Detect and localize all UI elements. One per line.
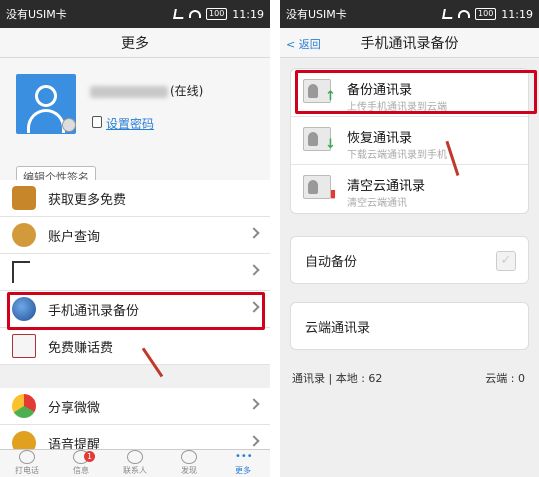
tab-label: 信息: [73, 466, 89, 475]
cloud-contacts-label: 云端通讯录: [305, 320, 371, 336]
local-count-text: 通讯录 | 本地 : 62: [292, 372, 383, 385]
menu-item-account-query[interactable]: 账户查询: [0, 217, 270, 254]
menu-item-free-credit[interactable]: 免费赚话费: [0, 328, 270, 365]
menu-item-label: 免费赚话费: [48, 340, 114, 356]
carrier-text: 没有USIM卡: [286, 8, 347, 21]
back-button[interactable]: < 返回: [286, 36, 321, 52]
chevron-right-icon: [248, 435, 260, 447]
treasure-chest-icon: [12, 186, 36, 210]
tab-label: 发现: [181, 466, 197, 475]
lock-icon: [92, 116, 102, 128]
auto-backup-label: 自动备份: [305, 254, 358, 270]
tab-contacts[interactable]: 联系人: [108, 450, 162, 477]
signal-icon: [442, 9, 454, 19]
dialpad-icon: [19, 450, 35, 464]
signal-icon: [173, 9, 185, 19]
highlight-box: [7, 292, 265, 330]
person-shape: [308, 180, 318, 194]
compass-icon: [181, 450, 197, 464]
menu-item-share[interactable]: 分享微微: [0, 388, 270, 425]
tab-label: 更多: [235, 466, 251, 475]
blank-icon: [12, 261, 30, 283]
page-title-bar: 更多: [0, 28, 270, 58]
avatar-head-shape: [35, 85, 57, 107]
clear-cloud-contacts-row[interactable]: ▮ 清空云通讯录 清空云端通讯: [291, 165, 528, 213]
carrier-text: 没有USIM卡: [6, 8, 67, 21]
profile-section: (在线) 设置密码 编辑个性签名: [0, 58, 270, 198]
page-title-bar: < 返回 手机通讯录备份: [280, 28, 539, 58]
tab-label: 打电话: [15, 466, 39, 475]
avatar-body-shape: [27, 109, 65, 133]
status-icons: 100 11:19: [173, 7, 264, 21]
trash-glyph: ▮: [329, 187, 336, 200]
wifi-icon: [458, 10, 471, 18]
tab-discover[interactable]: 发现: [162, 450, 216, 477]
more-screen: 没有USIM卡 100 11:19 更多 (在线) 设置密码 编辑个性签名 获取…: [0, 0, 270, 477]
panel-divider: [270, 0, 280, 477]
tab-messages[interactable]: 1 信息: [54, 450, 108, 477]
clock-text: 11:19: [501, 7, 533, 21]
down-arrow-glyph: ↓: [325, 137, 336, 152]
row-title: 清空云通讯录: [347, 179, 426, 194]
row-subtitle: 清空云端通讯: [347, 198, 407, 209]
chevron-right-icon: [248, 227, 260, 239]
restore-down-icon: ↓: [303, 127, 336, 152]
blurred-account-number: [90, 86, 168, 98]
row-title: 恢复通讯录: [347, 131, 413, 146]
status-bar: 没有USIM卡 100 11:19: [0, 0, 270, 28]
auto-backup-checkbox[interactable]: ✓: [496, 251, 516, 271]
chevron-right-icon: [248, 398, 260, 410]
battery-icon: 100: [475, 8, 497, 20]
menu-item-label: 获取更多免费: [48, 192, 127, 208]
contacts-icon: [127, 450, 143, 464]
status-icons: 100 11:19: [442, 7, 533, 21]
clock-text: 11:19: [232, 7, 264, 21]
contacts-backup-screen: 没有USIM卡 100 11:19 < 返回 手机通讯录备份 ↑ 备份通讯录 上…: [280, 0, 539, 477]
bottom-tab-bar: 打电话 1 信息 联系人 发现 ••• 更多: [0, 449, 270, 477]
menu-item-label: 分享微微: [48, 400, 101, 416]
status-bar: 没有USIM卡 100 11:19: [280, 0, 539, 28]
chevron-right-icon: [248, 264, 260, 276]
tab-call[interactable]: 打电话: [0, 450, 54, 477]
tab-more[interactable]: ••• 更多: [216, 450, 270, 477]
wifi-icon: [189, 10, 202, 18]
menu-group-1: 获取更多免费 账户查询 手机通讯录备份 免费赚话费: [0, 180, 270, 365]
online-status: (在线): [170, 84, 204, 98]
auto-backup-row[interactable]: 自动备份 ✓: [290, 236, 529, 284]
clear-trash-icon: ▮: [303, 175, 336, 200]
unread-badge: 1: [84, 451, 96, 462]
page-title: 更多: [121, 35, 149, 52]
page-title: 手机通讯录备份: [360, 35, 459, 52]
person-shape: [308, 132, 318, 146]
set-password-link[interactable]: 设置密码: [106, 115, 154, 132]
cloud-contacts-row[interactable]: 云端通讯录: [290, 302, 529, 350]
row-subtitle: 下载云端通讯录到手机: [347, 150, 447, 161]
pen-note-icon: [12, 334, 36, 358]
restore-contacts-row[interactable]: ↓ 恢复通讯录 下载云端通讯录到手机: [291, 117, 528, 165]
money-bag-icon: [12, 223, 36, 247]
highlight-box: [295, 70, 537, 114]
share-icon: [12, 394, 36, 418]
menu-item-free-more[interactable]: 获取更多免费: [0, 180, 270, 217]
battery-icon: 100: [206, 8, 228, 20]
tab-label: 联系人: [123, 466, 147, 475]
menu-item-label: 账户查询: [48, 229, 101, 245]
more-icon: •••: [235, 451, 253, 462]
avatar-badge-icon: [62, 118, 76, 132]
menu-item-blank[interactable]: [0, 254, 270, 291]
cloud-count-text: 云端 : 0: [485, 372, 525, 385]
